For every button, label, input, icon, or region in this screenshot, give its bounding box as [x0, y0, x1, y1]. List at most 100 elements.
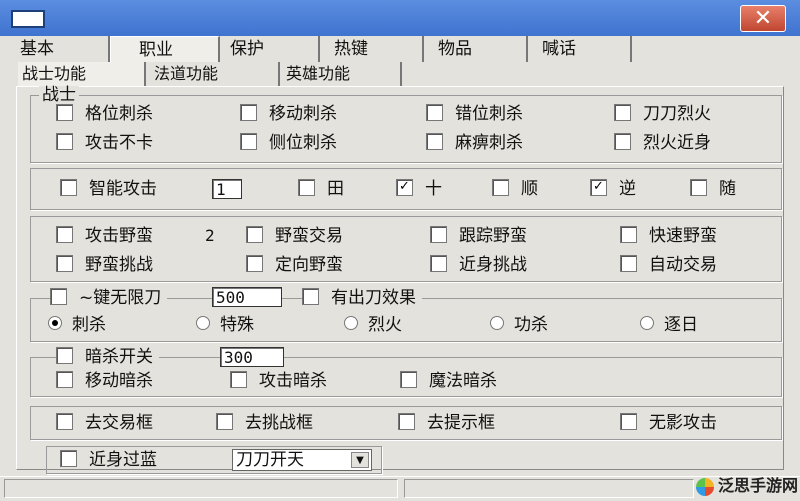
radio-功杀[interactable]: 功杀 — [490, 315, 548, 335]
tab-items[interactable]: 物品 — [424, 36, 528, 62]
checkbox-box[interactable] — [398, 412, 415, 430]
radio-刺杀[interactable]: 刺杀 — [48, 315, 106, 335]
checkbox-label: 智能攻击 — [89, 179, 157, 199]
window-icon[interactable] — [11, 10, 45, 28]
checkbox-野蛮交易[interactable]: 野蛮交易 — [246, 225, 343, 246]
radio-dot[interactable] — [196, 316, 210, 330]
checkbox-label: 刀刀烈火 — [643, 104, 711, 124]
checkbox-近身过蓝[interactable]: 近身过蓝 — [60, 449, 157, 470]
checkbox-box[interactable] — [426, 103, 443, 121]
checkbox-近身挑战[interactable]: 近身挑战 — [430, 254, 527, 275]
checkbox-野蛮挑战[interactable]: 野蛮挑战 — [56, 254, 153, 275]
savage-input[interactable]: 2 — [202, 226, 230, 246]
checkbox-魔法暗杀[interactable]: 魔法暗杀 — [400, 370, 497, 391]
smart-attack-input[interactable]: 1 — [212, 179, 242, 199]
checkbox-box[interactable] — [230, 370, 247, 388]
checkbox-麻痹刺杀[interactable]: 麻痹刺杀 — [426, 132, 523, 153]
checkbox-box[interactable] — [240, 103, 257, 121]
checkbox-自动交易[interactable]: 自动交易 — [620, 254, 717, 275]
checkbox-box[interactable] — [430, 254, 447, 272]
checkbox-box[interactable] — [620, 225, 637, 243]
blade-mode-select[interactable]: 刀刀开天 ▼ — [232, 449, 372, 471]
checkbox-blade-effect[interactable]: 有出刀效果 — [302, 287, 422, 308]
checkbox-box[interactable] — [56, 412, 73, 430]
checkbox-box[interactable] — [60, 178, 77, 196]
checkbox-攻击野蛮[interactable]: 攻击野蛮 — [56, 225, 153, 246]
checkbox-box[interactable] — [620, 412, 637, 430]
checkbox-格位刺杀[interactable]: 格位刺杀 — [56, 103, 153, 124]
chevron-down-icon[interactable]: ▼ — [351, 452, 369, 468]
checkbox-田[interactable]: 田 — [298, 178, 344, 199]
tab-shout[interactable]: 喊话 — [528, 36, 632, 62]
radio-label: 逐日 — [664, 315, 698, 335]
checkbox-box[interactable] — [240, 132, 257, 150]
tab-protection[interactable]: 保护 — [220, 36, 320, 62]
checkbox-box[interactable] — [246, 225, 263, 243]
checkbox-box[interactable] — [302, 287, 319, 305]
radio-烈火[interactable]: 烈火 — [344, 315, 402, 335]
tab-hotkey[interactable]: 热键 — [320, 36, 424, 62]
checkbox-box[interactable] — [614, 103, 631, 121]
checkbox-box[interactable] — [56, 346, 73, 364]
checkbox-assassin-switch[interactable]: 暗杀开关 — [56, 346, 159, 367]
checkbox-攻击不卡[interactable]: 攻击不卡 — [56, 132, 153, 153]
radio-特殊[interactable]: 特殊 — [196, 315, 254, 335]
checkbox-定向野蛮[interactable]: 定向野蛮 — [246, 254, 343, 275]
close-button[interactable]: ✕ — [740, 5, 786, 32]
radio-dot[interactable] — [490, 316, 504, 330]
radio-dot[interactable] — [640, 316, 654, 330]
checkbox-跟踪野蛮[interactable]: 跟踪野蛮 — [430, 225, 527, 246]
tab-warrior[interactable]: 战士功能 — [18, 62, 146, 86]
checkbox-烈火近身[interactable]: 烈火近身 — [614, 132, 711, 153]
checkbox-去提示框[interactable]: 去提示框 — [398, 412, 495, 433]
checkbox-unlimited-blade[interactable]: ~键无限刀 — [50, 287, 168, 308]
radio-dot[interactable] — [344, 316, 358, 330]
checkbox-逆[interactable]: ✓ 逆 — [590, 178, 636, 199]
checkbox-去挑战框[interactable]: 去挑战框 — [216, 412, 313, 433]
checkbox-smart-attack[interactable]: 智能攻击 — [60, 178, 157, 199]
radio-label: 烈火 — [368, 315, 402, 335]
checkbox-移动刺杀[interactable]: 移动刺杀 — [240, 103, 337, 124]
checkbox-box[interactable] — [400, 370, 417, 388]
checkbox-十[interactable]: ✓ 十 — [396, 178, 442, 199]
checkbox-无影攻击[interactable]: 无影攻击 — [620, 412, 717, 433]
tab-mage-taoist[interactable]: 法道功能 — [146, 62, 280, 86]
checkbox-label: 烈火近身 — [643, 133, 711, 153]
checkbox-box[interactable] — [56, 103, 73, 121]
checkbox-box[interactable] — [614, 132, 631, 150]
assassin-input[interactable]: 300 — [220, 347, 284, 367]
checkbox-box-checked[interactable]: ✓ — [396, 178, 413, 196]
checkbox-box[interactable] — [56, 225, 73, 243]
checkbox-box[interactable] — [60, 449, 77, 467]
checkbox-label: 去交易框 — [85, 413, 153, 433]
radio-dot-selected[interactable] — [48, 316, 62, 330]
checkbox-去交易框[interactable]: 去交易框 — [56, 412, 153, 433]
checkbox-box-checked[interactable]: ✓ — [590, 178, 607, 196]
checkbox-攻击暗杀[interactable]: 攻击暗杀 — [230, 370, 327, 391]
checkbox-box[interactable] — [216, 412, 233, 430]
checkbox-label: 去提示框 — [427, 413, 495, 433]
blade-input[interactable]: 500 — [212, 287, 282, 307]
checkbox-随[interactable]: 随 — [690, 178, 736, 199]
checkbox-顺[interactable]: 顺 — [492, 178, 538, 199]
checkbox-box[interactable] — [56, 132, 73, 150]
checkbox-box[interactable] — [246, 254, 263, 272]
tab-basic[interactable]: 基本 — [14, 36, 110, 62]
tab-hero[interactable]: 英雄功能 — [280, 62, 402, 86]
checkbox-box[interactable] — [426, 132, 443, 150]
checkbox-box[interactable] — [56, 254, 73, 272]
checkbox-移动暗杀[interactable]: 移动暗杀 — [56, 370, 153, 391]
checkbox-box[interactable] — [56, 370, 73, 388]
checkbox-box[interactable] — [430, 225, 447, 243]
checkbox-侧位刺杀[interactable]: 侧位刺杀 — [240, 132, 337, 153]
checkbox-box[interactable] — [492, 178, 509, 196]
checkbox-错位刺杀[interactable]: 错位刺杀 — [426, 103, 523, 124]
radio-逐日[interactable]: 逐日 — [640, 315, 698, 335]
tab-profession[interactable]: 职业 — [110, 36, 220, 62]
checkbox-快速野蛮[interactable]: 快速野蛮 — [620, 225, 717, 246]
checkbox-box[interactable] — [298, 178, 315, 196]
checkbox-box[interactable] — [620, 254, 637, 272]
checkbox-box[interactable] — [50, 287, 67, 305]
checkbox-刀刀烈火[interactable]: 刀刀烈火 — [614, 103, 711, 124]
checkbox-box[interactable] — [690, 178, 707, 196]
